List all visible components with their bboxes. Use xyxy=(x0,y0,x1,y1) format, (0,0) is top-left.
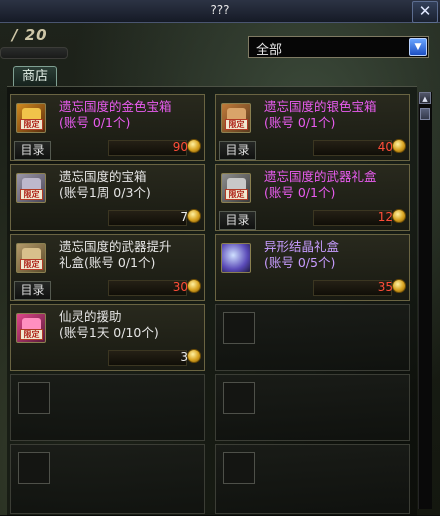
chest-icon: 限定 xyxy=(16,173,46,203)
catalog-button[interactable]: 目录 xyxy=(219,211,256,230)
limited-badge: 限定 xyxy=(20,259,43,270)
shop-item-crystal-giftbox[interactable]: 异形结晶礼盒 (账号 0/5个) 35 xyxy=(215,234,410,301)
item-name: 遗忘国度的银色宝箱 (账号 0/1个) xyxy=(264,99,377,130)
fairy-aid-icon: 限定 xyxy=(16,313,46,343)
empty-item-slot xyxy=(215,304,410,371)
shop-item-gold-chest[interactable]: 限定 遗忘国度的金色宝箱 (账号 0/1个) 目录 90 xyxy=(10,94,205,161)
tab-shop[interactable]: 商店 xyxy=(13,66,57,87)
empty-icon-slot xyxy=(18,382,50,414)
title-bar: ??? ✕ xyxy=(0,0,440,23)
limited-badge: 限定 xyxy=(225,189,248,200)
empty-icon-slot xyxy=(223,382,255,414)
item-name: 遗忘国度的武器礼盒 (账号 0/1个) xyxy=(264,169,377,200)
close-button[interactable]: ✕ xyxy=(412,1,438,23)
catalog-button[interactable]: 目录 xyxy=(14,141,51,160)
limited-badge: 限定 xyxy=(20,119,43,130)
shop-item-silver-chest[interactable]: 限定 遗忘国度的银色宝箱 (账号 0/1个) 目录 40 xyxy=(215,94,410,161)
empty-icon-slot xyxy=(223,452,255,484)
empty-item-slot xyxy=(10,374,205,441)
shop-item-weapon-upgrade-box[interactable]: 限定 遗忘国度的武器提升 礼盒(账号 0/1个) 目录 30 xyxy=(10,234,205,301)
item-price: 90 xyxy=(172,140,188,154)
limited-badge: 限定 xyxy=(225,119,248,130)
empty-item-slot xyxy=(10,444,205,514)
limited-badge: 限定 xyxy=(20,329,43,340)
item-name: 异形结晶礼盒 (账号 0/5个) xyxy=(264,239,340,270)
coin-icon xyxy=(392,279,406,293)
item-price: 30 xyxy=(172,280,188,294)
item-name: 遗忘国度的武器提升 礼盒(账号 0/1个) xyxy=(59,239,172,270)
weapon-upgrade-box-icon: 限定 xyxy=(16,243,46,273)
price-bar xyxy=(108,350,187,366)
coin-icon xyxy=(187,279,201,293)
category-filter-dropdown[interactable]: 全部 ▼ xyxy=(248,36,429,58)
coin-icon xyxy=(187,349,201,363)
empty-item-slot xyxy=(215,374,410,441)
item-price: 40 xyxy=(377,140,393,154)
silver-chest-icon: 限定 xyxy=(221,103,251,133)
scroll-up-icon[interactable]: ▲ xyxy=(419,92,431,104)
scroll-thumb[interactable] xyxy=(420,108,430,120)
weapon-giftbox-icon: 限定 xyxy=(221,173,251,203)
catalog-button[interactable]: 目录 xyxy=(14,281,51,300)
item-name: 仙灵的援助 (账号1天 0/10个) xyxy=(59,309,159,340)
window-title: ??? xyxy=(210,3,230,17)
catalog-button[interactable]: 目录 xyxy=(219,141,256,160)
dropdown-selected-value: 全部 xyxy=(256,43,283,58)
coin-icon xyxy=(187,139,201,153)
empty-item-slot xyxy=(215,444,410,514)
shop-item-chest[interactable]: 限定 遗忘国度的宝箱 (账号1周 0/3个) 7 xyxy=(10,164,205,231)
shop-item-fairy-aid[interactable]: 限定 仙灵的援助 (账号1天 0/10个) 3 xyxy=(10,304,205,371)
vertical-scrollbar[interactable]: ▲ xyxy=(418,92,432,509)
coin-icon xyxy=(392,209,406,223)
crystal-orb-icon xyxy=(221,243,251,273)
item-counter: / 20 xyxy=(12,26,48,44)
limited-badge: 限定 xyxy=(20,189,43,200)
empty-icon-slot xyxy=(18,452,50,484)
price-bar xyxy=(108,210,187,226)
item-price: 12 xyxy=(377,210,393,224)
item-price: 35 xyxy=(377,280,393,294)
counter-bar xyxy=(0,47,68,59)
shop-item-weapon-giftbox[interactable]: 限定 遗忘国度的武器礼盒 (账号 0/1个) 目录 12 xyxy=(215,164,410,231)
empty-icon-slot xyxy=(223,312,255,344)
coin-icon xyxy=(392,139,406,153)
item-name: 遗忘国度的金色宝箱 (账号 0/1个) xyxy=(59,99,172,130)
item-name: 遗忘国度的宝箱 (账号1周 0/3个) xyxy=(59,169,151,200)
gold-chest-icon: 限定 xyxy=(16,103,46,133)
dropdown-arrow-icon[interactable]: ▼ xyxy=(409,38,427,56)
shop-panel: 限定 遗忘国度的金色宝箱 (账号 0/1个) 目录 90 限定 遗忘国度的银色宝… xyxy=(7,86,417,516)
coin-icon xyxy=(187,209,201,223)
